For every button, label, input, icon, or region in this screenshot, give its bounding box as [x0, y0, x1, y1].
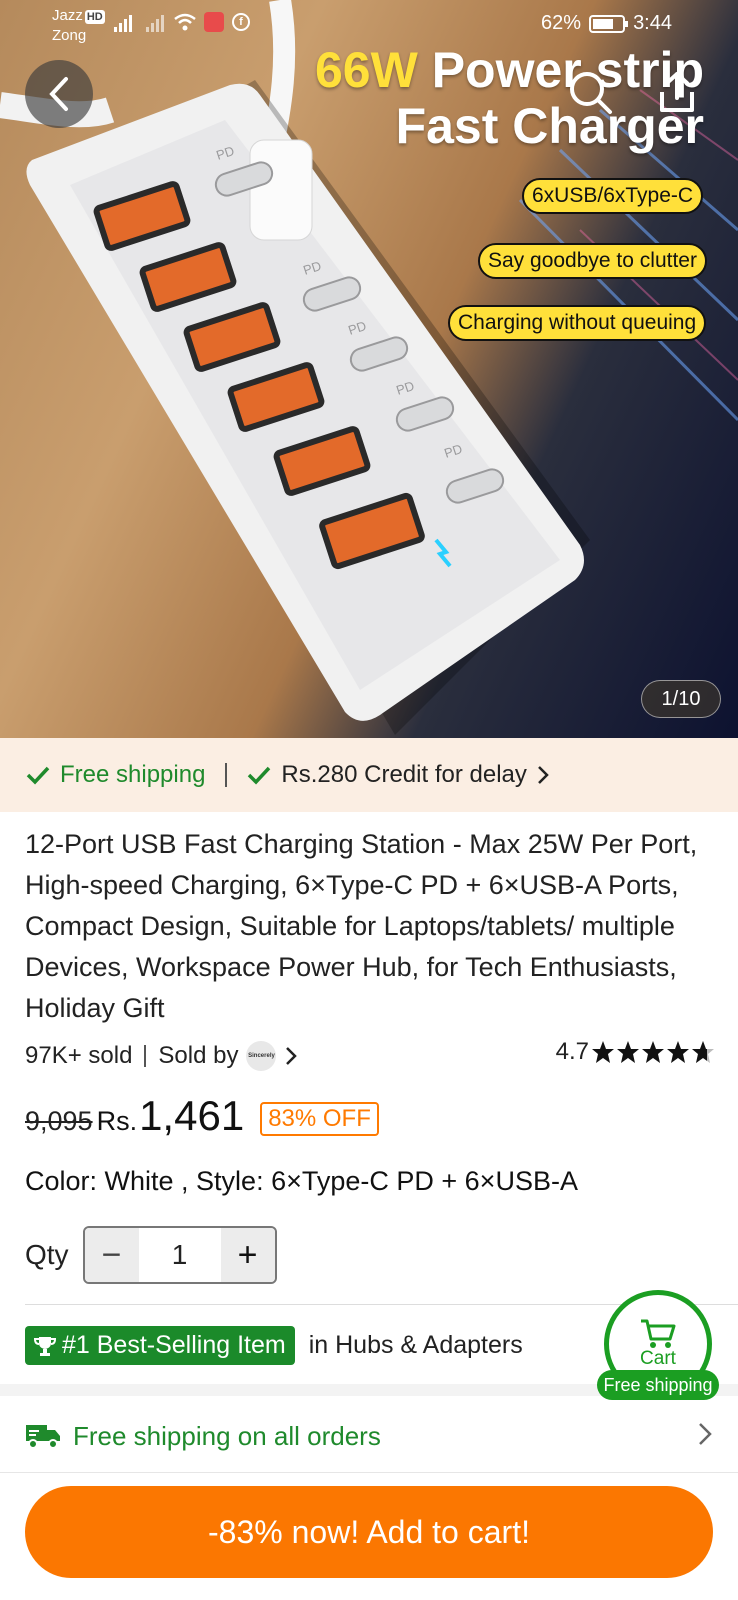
quantity-stepper: − 1 +: [82, 1226, 277, 1284]
battery-icon: [589, 14, 629, 33]
rating[interactable]: 4.7: [556, 1038, 715, 1066]
signal-icon: [110, 12, 134, 32]
cart-label: Cart: [640, 1348, 676, 1369]
star-icon: [617, 1041, 639, 1063]
best-selling-row[interactable]: #1 Best-Selling Item in Hubs & Adapters: [25, 1326, 523, 1365]
sold-count: 97K+ sold: [25, 1042, 133, 1069]
carrier-info: Jazz HD Zong: [52, 6, 105, 46]
carrier-2: Zong: [52, 27, 87, 44]
hero-title-accent: 66W: [315, 42, 418, 98]
free-shipping-all-row[interactable]: Free shipping on all orders: [0, 1396, 738, 1476]
facebook-icon: f: [232, 13, 250, 31]
back-button[interactable]: [25, 60, 93, 128]
truck-icon: [26, 1425, 60, 1449]
free-shipping-all-label: Free shipping on all orders: [73, 1420, 381, 1451]
check-icon: [248, 766, 271, 785]
star-rating: [591, 1040, 715, 1064]
original-price: 9,095: [25, 1106, 93, 1136]
cart-icon: [641, 1319, 676, 1348]
divider: [225, 763, 228, 787]
trophy-icon: [34, 1336, 56, 1356]
discount-badge: 83% OFF: [260, 1102, 379, 1136]
qty-value[interactable]: 1: [139, 1239, 221, 1271]
hero-title-line2: Fast Charger: [395, 98, 704, 154]
best-selling-badge: #1 Best-Selling Item: [25, 1326, 295, 1365]
product-title: 12-Port USB Fast Charging Station - Max …: [25, 829, 698, 1023]
qty-decrease-button[interactable]: −: [84, 1228, 139, 1282]
free-shipping-badge: Free shipping: [26, 761, 205, 789]
star-icon: [642, 1041, 664, 1063]
wifi-icon: [174, 13, 196, 31]
status-right: 62% 3:44: [541, 12, 672, 35]
chevron-right-icon: [286, 1047, 298, 1065]
chevron-left-icon: [49, 77, 68, 111]
chevron-right-icon: [537, 766, 549, 784]
share-icon: [660, 72, 694, 112]
image-counter: 1/10: [641, 680, 721, 718]
star-icon: [592, 1041, 614, 1063]
divider: [0, 1472, 738, 1473]
current-price: 1,461: [139, 1092, 245, 1139]
clock: 3:44: [633, 12, 672, 34]
signal-2-icon: [142, 12, 166, 32]
sold-by-label: Sold by: [158, 1042, 239, 1069]
status-icons: f: [110, 12, 250, 32]
currency-symbol: Rs.: [96, 1106, 138, 1136]
chevron-right-icon: [699, 1423, 712, 1445]
product-image[interactable]: PD PD PD PD PD Jazz HD Zong f 62% 3:44 6…: [0, 0, 738, 738]
battery-percent: 62%: [541, 12, 582, 34]
quantity-row: Qty − 1 +: [25, 1226, 277, 1284]
seller-logo: Sincerely: [246, 1041, 277, 1071]
hero-pill-queuing: Charging without queuing: [448, 305, 707, 341]
hero-pill-ports: 6xUSB/6xType-C: [522, 178, 704, 214]
sales-seller-row: 97K+ sold Sold by Sincerely 4.7: [25, 1038, 715, 1074]
check-icon: [26, 766, 50, 785]
search-button[interactable]: [566, 68, 616, 118]
share-button[interactable]: [654, 70, 700, 116]
qty-label: Qty: [25, 1239, 69, 1270]
seller-link[interactable]: Sold by Sincerely: [158, 1041, 298, 1071]
search-icon: [570, 72, 612, 114]
hero-pill-clutter: Say goodbye to clutter: [478, 243, 707, 279]
price-row: 9,095 Rs. 1,461 83% OFF: [25, 1092, 379, 1146]
hd-badge: HD: [84, 10, 105, 24]
variant-selector[interactable]: Color: White , Style: 6×Type-C PD + 6×US…: [25, 1166, 578, 1197]
rating-value: 4.7: [555, 1038, 589, 1065]
star-icon: [667, 1041, 689, 1063]
free-shipping-label: Free shipping: [60, 761, 206, 788]
hero-title: 66W Power strip Fast Charger: [315, 42, 704, 154]
shipping-banner[interactable]: Free shipping Rs.280 Credit for delay: [0, 738, 738, 812]
add-to-cart-button[interactable]: -83% now! Add to cart!: [25, 1486, 713, 1578]
carrier-1: Jazz: [52, 7, 83, 24]
best-selling-category: in Hubs & Adapters: [308, 1331, 523, 1359]
qty-increase-button[interactable]: +: [220, 1228, 275, 1282]
app-notification-icon: [204, 12, 224, 32]
star-half-icon: [692, 1041, 714, 1063]
best-selling-label: #1 Best-Selling Item: [62, 1331, 286, 1359]
divider: [144, 1045, 147, 1067]
delay-credit[interactable]: Rs.280 Credit for delay: [247, 761, 549, 789]
delay-credit-label: Rs.280 Credit for delay: [281, 761, 527, 788]
